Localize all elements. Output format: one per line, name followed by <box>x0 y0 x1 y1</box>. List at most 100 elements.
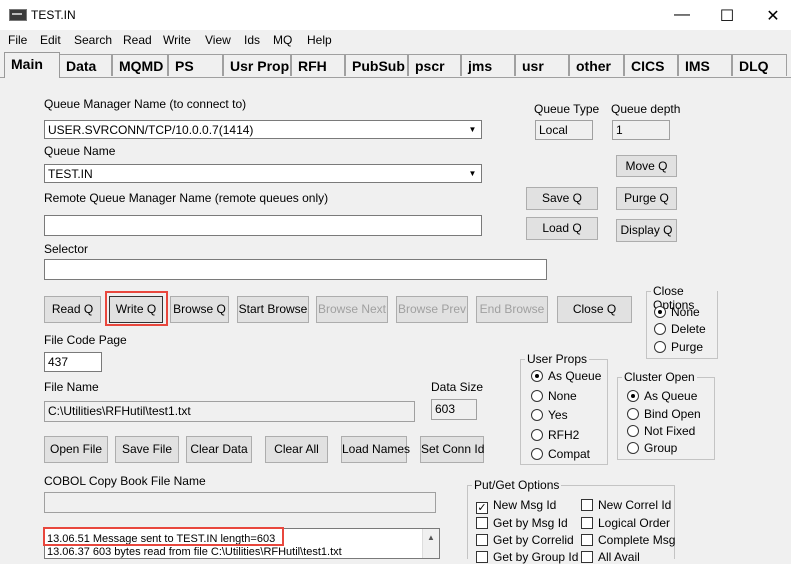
browse-q-button[interactable]: Browse Q <box>170 296 229 323</box>
chevron-down-icon[interactable]: ▼ <box>465 166 480 181</box>
chevron-down-icon[interactable]: ▼ <box>465 122 480 137</box>
browse-next-button[interactable]: Browse Next <box>316 296 388 323</box>
tab-data[interactable]: Data <box>59 54 112 76</box>
menu-view[interactable]: View <box>205 33 231 47</box>
purge-q-button[interactable]: Purge Q <box>616 187 677 210</box>
chk-all-avail[interactable]: All Avail <box>581 550 640 564</box>
window-title: TEST.IN <box>31 8 76 22</box>
data-size-field: 603 <box>431 399 477 420</box>
tab-ims[interactable]: IMS <box>678 54 732 76</box>
qm-combo[interactable]: USER.SVRCONN/TCP/10.0.0.7(1414) ▼ <box>44 120 482 139</box>
cobol-field <box>44 492 436 513</box>
menu-read[interactable]: Read <box>123 33 152 47</box>
menu-write[interactable]: Write <box>163 33 191 47</box>
clear-data-button[interactable]: Clear Data <box>186 436 252 463</box>
queue-depth-label: Queue depth <box>611 102 681 116</box>
move-q-button[interactable]: Move Q <box>616 155 677 177</box>
tab-cics[interactable]: CICS <box>624 54 678 76</box>
menu-help[interactable]: Help <box>307 33 332 47</box>
radio-userprops-as-queue[interactable]: As Queue <box>531 369 601 383</box>
chk-get-by-msg-id[interactable]: Get by Msg Id <box>476 516 568 530</box>
close-icon[interactable]: ✕ <box>763 6 783 26</box>
put-get-options-group: Put/Get Options ✓ New Msg Id Get by Msg I… <box>467 478 675 564</box>
menu-edit[interactable]: Edit <box>40 33 61 47</box>
log-highlight <box>43 527 284 546</box>
chk-new-correl-id[interactable]: New Correl Id <box>581 498 671 512</box>
chk-get-by-group-id[interactable]: Get by Group Id <box>476 550 578 564</box>
chk-complete-msg[interactable]: Complete Msg <box>581 533 675 547</box>
menu-file[interactable]: File <box>8 33 27 47</box>
radio-cluster-bind-open[interactable]: Bind Open <box>627 407 701 421</box>
tab-dlq[interactable]: DLQ <box>732 54 787 76</box>
file-code-page-label: File Code Page <box>44 333 127 347</box>
remote-qm-input[interactable] <box>44 215 482 236</box>
tab-bar: Main Data MQMD PS Usr Prop RFH PubSub ps… <box>0 52 791 78</box>
selector-label: Selector <box>44 242 89 256</box>
file-name-label: File Name <box>44 380 99 394</box>
chk-new-msg-id[interactable]: ✓ New Msg Id <box>476 498 556 514</box>
open-file-button[interactable]: Open File <box>44 436 108 463</box>
radio-userprops-compat[interactable]: Compat <box>531 447 590 461</box>
tab-main[interactable]: Main <box>4 52 60 78</box>
radio-close-purge[interactable]: Purge <box>654 340 703 354</box>
data-size-label: Data Size <box>431 380 484 394</box>
tab-other[interactable]: other <box>569 54 624 76</box>
user-props-group: User Props As Queue None Yes RFH2 Compat <box>520 352 608 465</box>
radio-cluster-as-queue[interactable]: As Queue <box>627 389 697 403</box>
chk-get-by-correlid[interactable]: Get by Correlid <box>476 533 574 547</box>
menu-search[interactable]: Search <box>74 33 112 47</box>
tab-ps[interactable]: PS <box>168 54 223 76</box>
queue-depth-field: 1 <box>612 120 670 140</box>
minimize-icon[interactable]: — <box>672 6 692 24</box>
tab-rfh[interactable]: RFH <box>291 54 345 76</box>
chk-logical-order[interactable]: Logical Order <box>581 516 670 530</box>
browse-prev-button[interactable]: Browse Prev <box>396 296 468 323</box>
file-name-field: C:\Utilities\RFHutil\test1.txt <box>44 401 415 422</box>
clear-all-button[interactable]: Clear All <box>265 436 328 463</box>
queue-name-combo[interactable]: TEST.IN ▼ <box>44 164 482 183</box>
menu-mq[interactable]: MQ <box>273 33 292 47</box>
qm-value: USER.SVRCONN/TCP/10.0.0.7(1414) <box>48 123 254 137</box>
display-q-button[interactable]: Display Q <box>616 219 677 242</box>
radio-close-none[interactable]: None <box>654 305 700 319</box>
tab-panel-border <box>0 77 791 78</box>
selector-input[interactable] <box>44 259 547 280</box>
load-names-button[interactable]: Load Names <box>341 436 410 463</box>
queue-type-label: Queue Type <box>534 102 600 116</box>
maximize-icon[interactable]: ☐ <box>717 6 737 26</box>
file-code-page-input[interactable]: 437 <box>44 352 102 372</box>
menu-bar: File Edit Search Read Write View Ids MQ … <box>0 30 791 50</box>
save-q-button[interactable]: Save Q <box>526 187 598 210</box>
close-q-button[interactable]: Close Q <box>557 296 632 323</box>
end-browse-button[interactable]: End Browse <box>476 296 548 323</box>
queue-name-label: Queue Name <box>44 144 116 158</box>
radio-userprops-yes[interactable]: Yes <box>531 408 568 422</box>
start-browse-button[interactable]: Start Browse <box>237 296 309 323</box>
tab-pscr[interactable]: pscr <box>408 54 461 76</box>
queue-name-value: TEST.IN <box>48 167 93 181</box>
remote-qm-label: Remote Queue Manager Name (remote queues… <box>44 191 329 205</box>
radio-userprops-none[interactable]: None <box>531 389 577 403</box>
log-scrollbar[interactable]: ▲ <box>422 529 439 558</box>
write-q-button[interactable]: Write Q <box>109 296 163 323</box>
cluster-open-group: Cluster Open As Queue Bind Open Not Fixe… <box>617 370 715 460</box>
radio-close-delete[interactable]: Delete <box>654 322 706 336</box>
tab-mqmd[interactable]: MQMD <box>112 54 168 76</box>
read-q-button[interactable]: Read Q <box>44 296 101 323</box>
put-get-options-title: Put/Get Options <box>472 478 562 492</box>
tab-jms[interactable]: jms <box>461 54 515 76</box>
log-line: 13.06.37 603 bytes read from file C:\Uti… <box>47 546 342 558</box>
radio-cluster-group[interactable]: Group <box>627 441 677 455</box>
tab-usr-prop[interactable]: Usr Prop <box>223 54 291 76</box>
tab-usr[interactable]: usr <box>515 54 569 76</box>
app-icon <box>9 9 27 21</box>
menu-ids[interactable]: Ids <box>244 33 260 47</box>
load-q-button[interactable]: Load Q <box>526 217 598 240</box>
qm-label: Queue Manager Name (to connect to) <box>44 97 247 111</box>
radio-cluster-not-fixed[interactable]: Not Fixed <box>627 424 695 438</box>
save-file-button[interactable]: Save File <box>115 436 179 463</box>
radio-userprops-rfh2[interactable]: RFH2 <box>531 428 579 442</box>
queue-type-field: Local <box>535 120 593 140</box>
set-conn-id-button[interactable]: Set Conn Id <box>420 436 484 463</box>
tab-pubsub[interactable]: PubSub <box>345 54 408 76</box>
